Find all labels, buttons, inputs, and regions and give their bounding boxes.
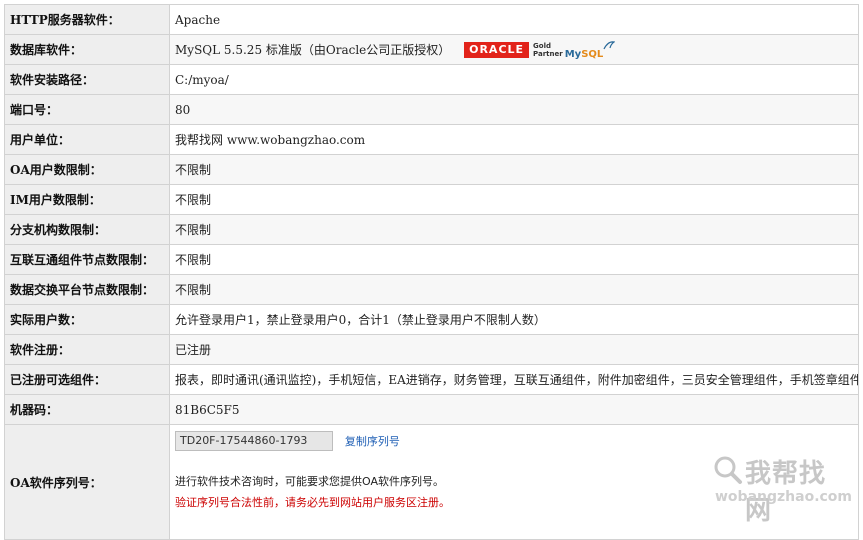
row-value: 不限制 [169,214,859,245]
table-row: 数据交换平台节点数限制： 不限制 [4,274,859,305]
copy-serial-link[interactable]: 复制序列号 [345,435,400,448]
row-label: 用户单位： [4,124,170,155]
mysql-logo: MySQL [565,49,604,60]
row-value: 已注册 [169,334,859,365]
partner-text: Partner [533,50,563,59]
row-value: 81B6C5F5 [169,394,859,425]
table-row: 用户单位： 我帮找网 www.wobangzhao.com [4,124,859,155]
row-label: 实际用户数： [4,304,170,335]
table-row: 机器码： 81B6C5F5 [4,394,859,425]
row-label: 机器码： [4,394,170,425]
table-row: 互联互通组件节点数限制： 不限制 [4,244,859,275]
row-label: 软件安装路径： [4,64,170,95]
table-row: 端口号： 80 [4,94,859,125]
row-label: 互联互通组件节点数限制： [4,244,170,275]
table-row: 软件安装路径： C:/myoa/ [4,64,859,95]
oracle-gold-partner-mysql-logo: ORACLE Gold Partner MySQL [464,41,616,60]
row-value: 不限制 [169,244,859,275]
row-label: HTTP服务器软件： [4,4,170,35]
row-value: 我帮找网 www.wobangzhao.com [169,124,859,155]
serial-label: OA软件序列号： [4,424,170,540]
serial-number-field[interactable]: TD20F-17544860-1793 [175,431,333,451]
row-value-database: MySQL 5.5.25 标准版（由Oracle公司正版授权） ORACLE G… [169,34,859,65]
row-value: Apache [169,4,859,35]
gold-partner-badge: Gold Partner [533,42,563,58]
oracle-logo-text: ORACLE [464,42,530,59]
row-label: 数据库软件： [4,34,170,65]
row-label: 端口号： [4,94,170,125]
dolphin-icon [603,41,616,50]
row-value: C:/myoa/ [169,64,859,95]
row-label: OA用户数限制： [4,154,170,185]
mysql-my-text: My [564,48,582,60]
row-value: 允许登录用户1，禁止登录用户0，合计1（禁止登录用户不限制人数） [169,304,859,335]
watermark: 我帮找网 wobangzhao.com [711,451,853,526]
table-row: HTTP服务器软件： Apache [4,4,859,35]
row-label: 已注册可选组件： [4,364,170,395]
table-row: 数据库软件： MySQL 5.5.25 标准版（由Oracle公司正版授权） O… [4,34,859,65]
magnifier-icon [714,456,742,484]
row-label: 软件注册： [4,334,170,365]
table-row: OA用户数限制： 不限制 [4,154,859,185]
row-label: 数据交换平台节点数限制： [4,274,170,305]
row-value: 不限制 [169,154,859,185]
watermark-en-text: wobangzhao.com [715,489,853,505]
table-row: IM用户数限制： 不限制 [4,184,859,215]
row-value: 不限制 [169,184,859,215]
table-row: 软件注册： 已注册 [4,334,859,365]
gold-text: Gold [533,42,552,51]
table-row: 实际用户数： 允许登录用户1，禁止登录用户0，合计1（禁止登录用户不限制人数） [4,304,859,335]
mysql-sql-text: SQL [581,48,604,60]
row-value: 报表，即时通讯(通讯监控)，手机短信，EA进销存，财务管理，互联互通组件，附件加… [169,364,859,395]
row-label: IM用户数限制： [4,184,170,215]
row-value: 不限制 [169,274,859,305]
table-row: 已注册可选组件： 报表，即时通讯(通讯监控)，手机短信，EA进销存，财务管理，互联… [4,364,859,395]
database-value: MySQL 5.5.25 标准版（由Oracle公司正版授权） [175,42,451,57]
table-row: 分支机构数限制： 不限制 [4,214,859,245]
row-label: 分支机构数限制： [4,214,170,245]
row-value: 80 [169,94,859,125]
